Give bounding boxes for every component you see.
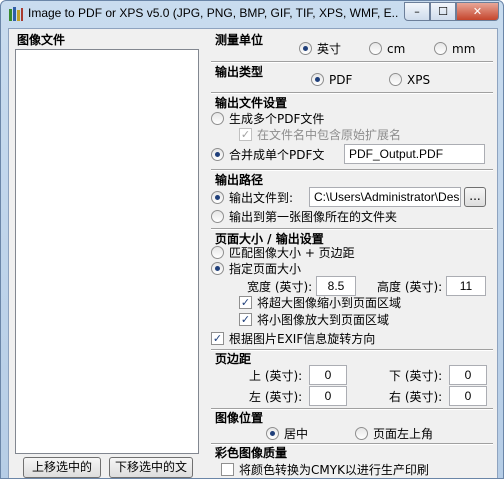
app-window: Image to PDF or XPS v5.0 (JPG, PNG, BMP,… (0, 0, 504, 479)
divider (211, 443, 493, 445)
width-label: 宽度 (英寸): (247, 280, 313, 294)
position-title: 图像位置 (215, 411, 264, 425)
match-image-radio[interactable] (211, 246, 224, 259)
unit-cm-label: cm (387, 42, 406, 56)
type-pdf-label: PDF (329, 73, 353, 87)
height-input[interactable]: 11 (446, 276, 486, 296)
image-files-header: 图像文件 (17, 33, 66, 47)
divider (211, 169, 493, 171)
shrink-label: 将超大图像缩小到页面区域 (257, 296, 402, 310)
output-path-input[interactable]: C:\Users\Administrator\Deskto (309, 187, 461, 207)
unit-mm-label: mm (452, 42, 476, 56)
first-image-folder-radio[interactable] (211, 210, 224, 223)
divider (211, 349, 493, 351)
position-center-radio[interactable] (266, 427, 279, 440)
margin-bottom-label: 下 (英寸): (389, 369, 443, 383)
output-filename-input[interactable]: PDF_Output.PDF (344, 144, 485, 164)
image-file-list[interactable] (15, 49, 199, 454)
margin-right-input[interactable]: 0 (449, 386, 487, 406)
exif-checkbox[interactable]: ✓ (211, 332, 224, 345)
color-quality-title: 彩色图像质量 (215, 446, 288, 460)
match-image-label: 匹配图像大小 + 页边距 (229, 246, 355, 260)
multi-pdf-radio[interactable] (211, 112, 224, 125)
output-path-title: 输出路径 (215, 173, 264, 187)
merge-pdf-label: 合并成单个PDF文 (229, 148, 325, 162)
unit-mm-radio[interactable] (434, 42, 447, 55)
divider (211, 92, 493, 94)
output-type-title: 输出类型 (215, 65, 264, 79)
type-xps-radio[interactable] (389, 73, 402, 86)
position-center-label: 居中 (284, 427, 309, 441)
margin-top-input[interactable]: 0 (309, 365, 347, 385)
margin-bottom-input[interactable]: 0 (449, 365, 487, 385)
maximize-button[interactable]: ☐ (430, 2, 456, 21)
type-xps-label: XPS (407, 73, 431, 87)
keep-extension-checkbox[interactable]: ✓ (239, 128, 252, 141)
close-button[interactable]: ✕ (456, 2, 499, 21)
units-title: 测量单位 (215, 33, 264, 47)
width-input[interactable]: 8.5 (316, 276, 356, 296)
multi-pdf-label: 生成多个PDF文件 (229, 112, 325, 126)
position-top-left-radio[interactable] (355, 427, 368, 440)
margin-left-input[interactable]: 0 (309, 386, 347, 406)
exif-label: 根据图片EXIF信息旋转方向 (229, 332, 376, 346)
merge-pdf-radio[interactable] (211, 148, 224, 161)
specify-size-label: 指定页面大小 (229, 262, 302, 276)
margins-title: 页边距 (215, 352, 252, 366)
browse-button[interactable]: ... (464, 187, 486, 207)
specify-size-radio[interactable] (211, 262, 224, 275)
output-settings-title: 输出文件设置 (215, 96, 288, 110)
position-top-left-label: 页面左上角 (373, 427, 434, 441)
enlarge-label: 将小图像放大到页面区域 (257, 313, 390, 327)
unit-cm-radio[interactable] (369, 42, 382, 55)
enlarge-checkbox[interactable]: ✓ (239, 313, 252, 326)
type-pdf-radio[interactable] (311, 73, 324, 86)
divider (211, 228, 493, 230)
cmyk-checkbox[interactable] (221, 463, 234, 476)
cmyk-label: 将颜色转换为CMYK以进行生产印刷 (239, 463, 429, 477)
margin-top-label: 上 (英寸): (249, 369, 303, 383)
divider (211, 408, 493, 410)
unit-inch-label: 英寸 (317, 42, 342, 56)
margin-left-label: 左 (英寸): (249, 390, 303, 404)
height-label: 高度 (英寸): (377, 280, 443, 294)
margin-right-label: 右 (英寸): (389, 390, 443, 404)
app-icon (9, 7, 23, 21)
window-title: Image to PDF or XPS v5.0 (JPG, PNG, BMP,… (28, 6, 398, 20)
move-up-button[interactable]: 上移选中的 (23, 457, 101, 478)
keep-extension-label: 在文件名中包含原始扩展名 (257, 128, 402, 142)
client-area: 图像文件 上移选中的 下移选中的文 测量单位 英寸 cm mm 输出类型 PDF… (8, 28, 498, 478)
shrink-checkbox[interactable]: ✓ (239, 296, 252, 309)
minimize-button[interactable]: – (404, 2, 430, 21)
output-to-folder-radio[interactable] (211, 191, 224, 204)
divider (211, 61, 493, 63)
title-bar[interactable]: Image to PDF or XPS v5.0 (JPG, PNG, BMP,… (1, 1, 503, 28)
page-size-title: 页面大小 / 输出设置 (215, 232, 324, 246)
unit-inch-radio[interactable] (299, 42, 312, 55)
move-down-button[interactable]: 下移选中的文 (109, 457, 193, 478)
output-to-folder-label: 输出文件到: (229, 191, 294, 205)
first-image-folder-label: 输出到第一张图像所在的文件夹 (229, 210, 398, 224)
